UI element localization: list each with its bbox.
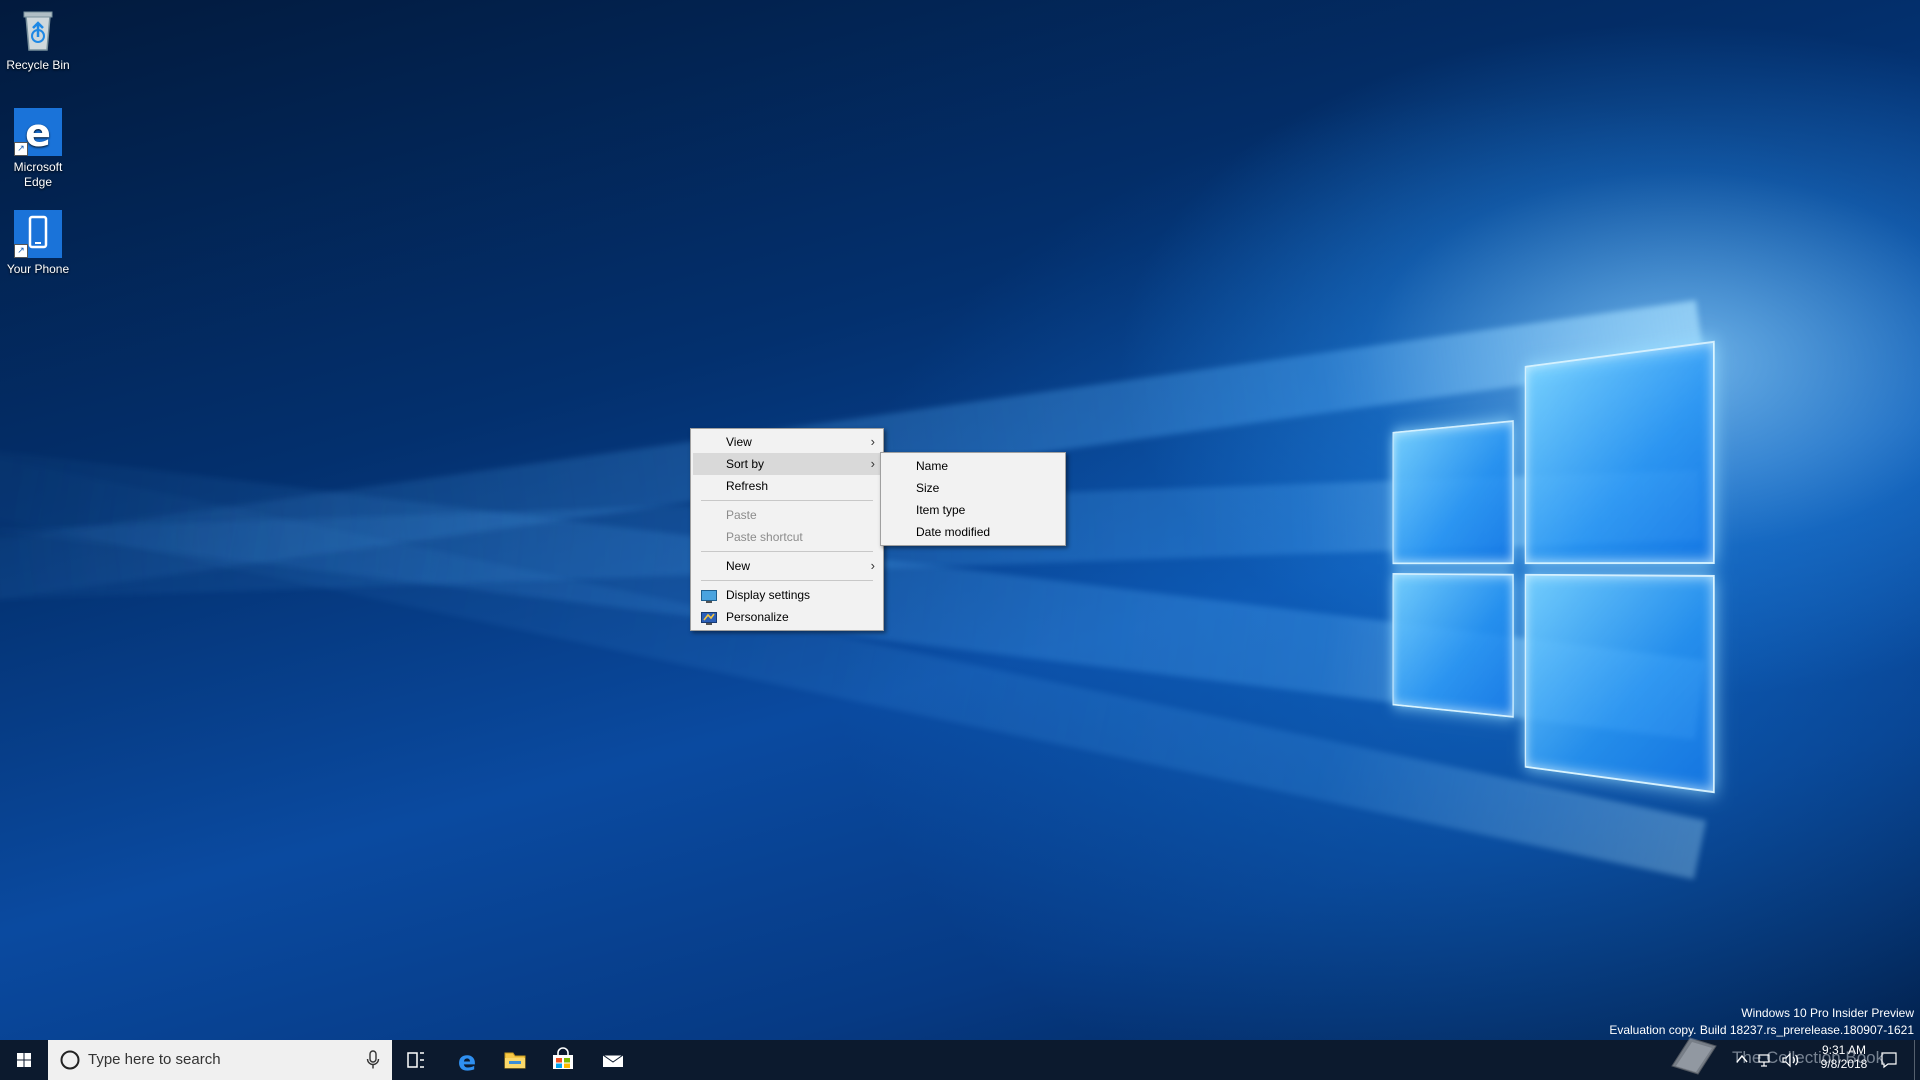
menu-item-label: Size [916,481,939,495]
desktop-icon-microsoft-edge[interactable]: e ↗ Microsoft Edge [2,108,74,190]
menu-item-label: Sort by [726,457,764,471]
shortcut-arrow-icon: ↗ [14,142,28,156]
store-icon [539,1040,587,1080]
desktop-icon-label: Recycle Bin [2,58,74,73]
desktop-icon-recycle-bin[interactable]: Recycle Bin [2,6,74,73]
menu-item-refresh[interactable]: Refresh [693,475,881,497]
logo-pane [1525,574,1715,793]
menu-item-label: Personalize [726,610,789,624]
display-icon [701,588,717,601]
chevron-right-icon: › [871,431,875,453]
network-button[interactable] [1758,1052,1774,1073]
taskbar-search-box[interactable]: Type here to search [48,1040,392,1080]
volume-icon [1782,1052,1800,1068]
windows-logo-wallpaper [1392,340,1720,790]
cortana-circle-icon [58,1048,82,1072]
volume-button[interactable] [1782,1052,1800,1073]
action-center-button[interactable] [1880,1051,1898,1074]
menu-item-label: Paste [726,508,757,522]
microphone-icon[interactable] [366,1050,380,1070]
taskbar-mail-button[interactable] [589,1040,637,1080]
submenu-item-name[interactable]: Name [883,455,1063,477]
menu-item-paste[interactable]: Paste [693,504,881,526]
start-button[interactable] [0,1040,48,1080]
menu-item-personalize[interactable]: Personalize [693,606,881,628]
book-logo-icon [1668,1032,1720,1076]
submenu-item-size[interactable]: Size [883,477,1063,499]
taskbar-store-button[interactable] [539,1040,587,1080]
network-icon [1758,1052,1774,1068]
windows-start-icon [0,1040,48,1080]
svg-text:e: e [25,111,51,155]
desktop-icon-your-phone[interactable]: ↗ Your Phone [2,210,74,277]
menu-item-sort-by[interactable]: Sort by › [693,453,881,475]
menu-item-label: New [726,559,750,573]
sort-by-submenu: Name Size Item type Date modified [880,452,1066,546]
menu-item-new[interactable]: New › [693,555,881,577]
menu-separator [701,500,873,501]
menu-item-label: Date modified [916,525,990,539]
menu-item-label: View [726,435,752,449]
menu-item-display-settings[interactable]: Display settings [693,584,881,606]
mail-icon [589,1040,637,1080]
logo-pane [1525,341,1715,564]
logo-pane [1392,420,1513,564]
chevron-up-icon [1736,1052,1748,1066]
taskbar: Type here to search e The Collection Boo… [0,1040,1920,1080]
menu-item-view[interactable]: View › [693,431,881,453]
menu-separator [701,551,873,552]
edge-icon: e [443,1040,491,1080]
clock-date: 9/8/2018 [1806,1057,1882,1071]
menu-item-label: Refresh [726,479,768,493]
show-hidden-icons-button[interactable] [1736,1052,1748,1071]
taskbar-file-explorer-button[interactable] [491,1040,539,1080]
phone-icon: ↗ [14,210,62,258]
submenu-item-item-type[interactable]: Item type [883,499,1063,521]
submenu-item-date-modified[interactable]: Date modified [883,521,1063,543]
svg-text:e: e [458,1046,476,1077]
menu-separator [701,580,873,581]
menu-item-label: Name [916,459,948,473]
recycle-bin-icon [14,6,62,54]
search-placeholder: Type here to search [88,1051,221,1068]
watermark-line-1: Windows 10 Pro Insider Preview [1609,1005,1914,1022]
edge-icon: e ↗ [14,108,62,156]
menu-item-label: Item type [916,503,965,517]
show-desktop-button[interactable] [1914,1040,1920,1080]
clock-time: 9:31 AM [1806,1043,1882,1057]
file-explorer-icon [491,1040,539,1080]
clock[interactable]: 9:31 AM 9/8/2018 [1806,1043,1882,1071]
menu-item-label: Display settings [726,588,810,602]
desktop-context-menu: View › Sort by › Refresh Paste Paste sho… [690,428,884,631]
taskbar-edge-button[interactable]: e [443,1040,491,1080]
notification-icon [1880,1051,1898,1069]
menu-item-label: Paste shortcut [726,530,803,544]
logo-pane [1392,573,1513,718]
desktop-icon-label: Your Phone [2,262,74,277]
task-view-button[interactable] [392,1040,440,1080]
menu-item-paste-shortcut[interactable]: Paste shortcut [693,526,881,548]
desktop-icon-label: Microsoft Edge [2,160,74,190]
chevron-right-icon: › [871,555,875,577]
personalize-icon [701,610,717,623]
task-view-icon [392,1040,440,1080]
chevron-right-icon: › [871,453,875,475]
shortcut-arrow-icon: ↗ [14,244,28,258]
